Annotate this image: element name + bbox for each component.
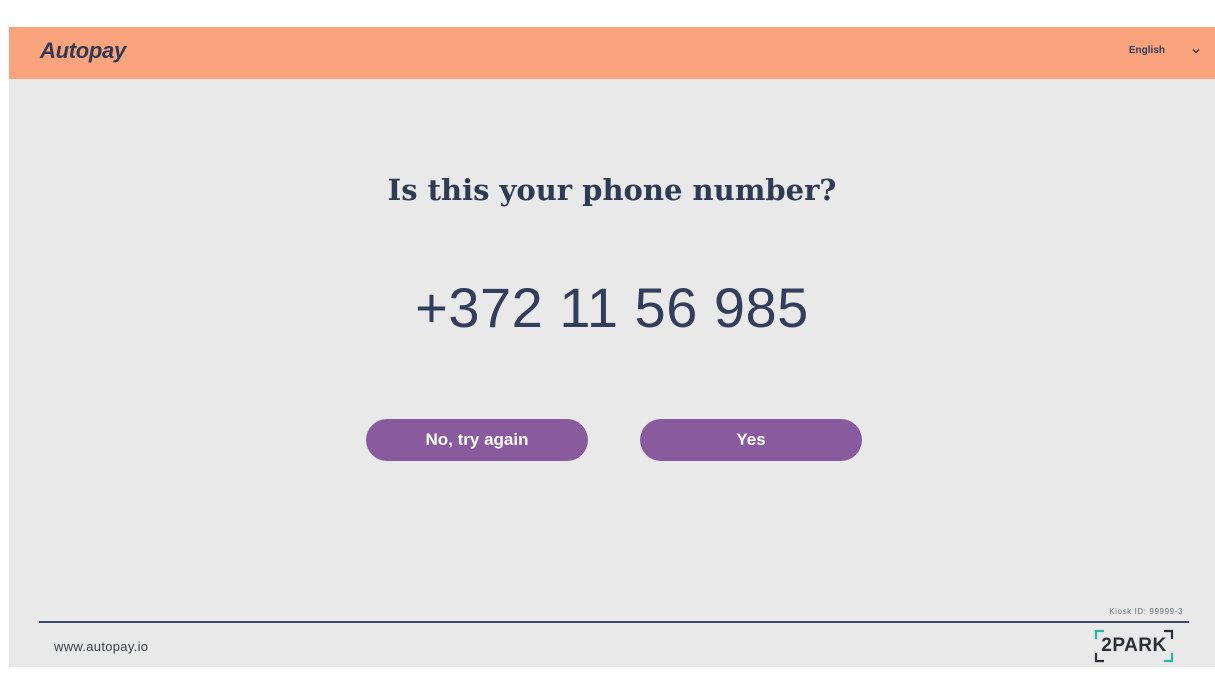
language-selector[interactable]: English (1129, 45, 1201, 56)
page-title: Is this your phone number? (387, 173, 837, 207)
website-link: www.autopay.io (54, 639, 149, 654)
phone-number-display: +372 11 56 985 (415, 276, 809, 339)
2park-logo: 2PARK (1094, 629, 1174, 663)
chevron-down-icon (1192, 48, 1200, 53)
2park-logo-text: 2PARK (1101, 635, 1167, 656)
top-bar: Autopay English (9, 27, 1215, 79)
autopay-logo: Autopay (40, 38, 126, 63)
kiosk-id: Kiosk ID: 99999-3 (1109, 607, 1183, 616)
language-label: English (1128, 45, 1165, 56)
confirm-yes-button[interactable]: Yes (640, 419, 862, 461)
footer-divider (39, 621, 1189, 623)
kiosk-screen: Autopay English Is this your phone numbe… (9, 27, 1215, 667)
try-again-button[interactable]: No, try again (366, 419, 588, 461)
